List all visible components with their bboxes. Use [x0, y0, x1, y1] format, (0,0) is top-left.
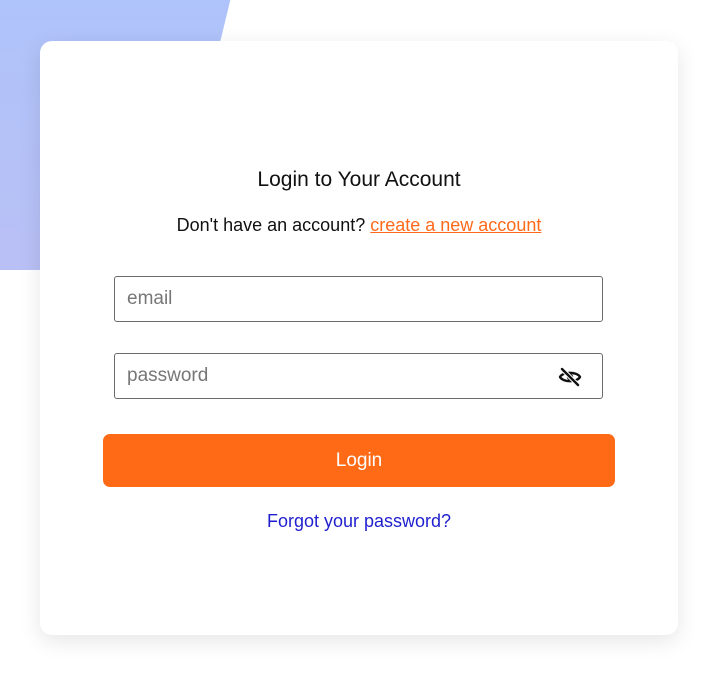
- page: Login to Your Account Don't have an acco…: [0, 0, 722, 680]
- signup-prompt-line: Don't have an account? create a new acco…: [40, 215, 678, 236]
- forgot-password-link[interactable]: Forgot your password?: [40, 511, 678, 532]
- signup-prompt: Don't have an account?: [176, 215, 366, 235]
- page-title: Login to Your Account: [257, 168, 461, 191]
- login-card: Login to Your Account Don't have an acco…: [40, 41, 678, 635]
- password-field[interactable]: [115, 354, 602, 398]
- password-field-container: [114, 353, 603, 399]
- login-button[interactable]: Login: [103, 434, 615, 487]
- eye-slash-icon[interactable]: [558, 365, 582, 389]
- email-field[interactable]: [115, 277, 602, 321]
- email-field-container: [114, 276, 603, 322]
- create-account-link[interactable]: create a new account: [370, 215, 541, 235]
